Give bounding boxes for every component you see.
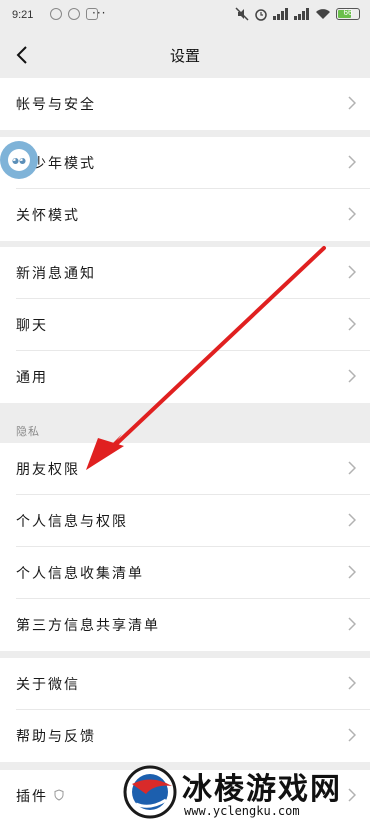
chevron-right-icon — [348, 96, 356, 110]
assistant-face-icon: ◕◕ — [8, 149, 30, 171]
settings-item-label: 个人信息与权限 — [16, 514, 128, 530]
settings-item-notifications[interactable]: 新消息通知 — [16, 247, 370, 299]
settings-item-label: 关于微信 — [16, 677, 80, 693]
settings-item-account-security[interactable]: 帐号与安全 — [16, 78, 370, 130]
settings-item-care-mode[interactable]: 关怀模式 — [16, 189, 370, 241]
signal-icon — [273, 8, 289, 20]
nav-bar: 设置 — [0, 32, 370, 78]
settings-group-plugins: 插件 — [0, 770, 370, 822]
settings-item-label: 个人信息收集清单 — [16, 566, 144, 582]
status-right-icons: 66 — [235, 7, 360, 21]
notification-icon — [50, 8, 62, 20]
status-time: 9:21 — [12, 9, 34, 21]
chevron-right-icon — [348, 461, 356, 475]
chevron-right-icon — [348, 317, 356, 331]
settings-item-plugins[interactable]: 插件 — [16, 770, 370, 822]
settings-item-label-text: 插件 — [16, 789, 48, 805]
status-bar: 9:21 ··· 66 — [0, 0, 370, 32]
settings-group-about: 关于微信 帮助与反馈 — [0, 658, 370, 762]
settings-item-label: 插件 — [16, 786, 64, 806]
battery-icon: 66 — [336, 8, 360, 20]
more-notifications-icon: ··· — [92, 6, 107, 20]
settings-group-account: 帐号与安全 — [0, 78, 370, 130]
wifi-icon — [316, 9, 330, 19]
settings-item-label: 聊天 — [16, 318, 48, 334]
chevron-right-icon — [348, 369, 356, 383]
floating-assistant-button[interactable]: ◕◕ — [0, 141, 38, 179]
settings-item-chat[interactable]: 聊天 — [16, 299, 370, 351]
chevron-right-icon — [348, 617, 356, 631]
settings-item-personal-info-permissions[interactable]: 个人信息与权限 — [16, 495, 370, 547]
settings-item-friend-permissions[interactable]: 朋友权限 — [16, 443, 370, 495]
chevron-right-icon — [348, 155, 356, 169]
chevron-right-icon — [348, 513, 356, 527]
signal-icon — [294, 8, 310, 20]
settings-item-label: 朋友权限 — [16, 462, 80, 478]
chevron-right-icon — [348, 265, 356, 279]
settings-item-label: 第三方信息共享清单 — [16, 618, 160, 634]
chevron-right-icon — [348, 207, 356, 221]
shield-icon — [54, 789, 64, 801]
settings-item-general[interactable]: 通用 — [16, 351, 370, 403]
settings-item-personal-info-collection[interactable]: 个人信息收集清单 — [16, 547, 370, 599]
notification-icon — [68, 8, 80, 20]
chevron-right-icon — [348, 788, 356, 802]
settings-item-teen-mode[interactable]: 青少年模式 — [16, 137, 370, 189]
chevron-left-icon — [16, 46, 27, 64]
battery-level: 66 — [343, 8, 353, 17]
settings-item-label: 通用 — [16, 370, 48, 386]
settings-group-privacy: 朋友权限 个人信息与权限 个人信息收集清单 第三方信息共享清单 — [0, 443, 370, 651]
chevron-right-icon — [348, 728, 356, 742]
settings-item-help-feedback[interactable]: 帮助与反馈 — [16, 710, 370, 762]
settings-group-general: 新消息通知 聊天 通用 — [0, 247, 370, 403]
alarm-icon — [255, 9, 267, 21]
page-title: 设置 — [169, 47, 200, 65]
mute-icon — [235, 7, 249, 21]
settings-item-label: 关怀模式 — [16, 208, 80, 224]
settings-item-about-wechat[interactable]: 关于微信 — [16, 658, 370, 710]
settings-group-modes: 青少年模式 关怀模式 — [0, 137, 370, 241]
section-header-privacy: 隐私 — [16, 425, 40, 438]
status-notification-icons — [50, 8, 98, 20]
back-button[interactable] — [8, 40, 36, 70]
chevron-right-icon — [348, 565, 356, 579]
settings-item-label: 帐号与安全 — [16, 97, 96, 113]
settings-item-label: 新消息通知 — [16, 266, 96, 282]
settings-item-third-party-sharing[interactable]: 第三方信息共享清单 — [16, 599, 370, 651]
settings-item-label: 帮助与反馈 — [16, 729, 96, 745]
chevron-right-icon — [348, 676, 356, 690]
